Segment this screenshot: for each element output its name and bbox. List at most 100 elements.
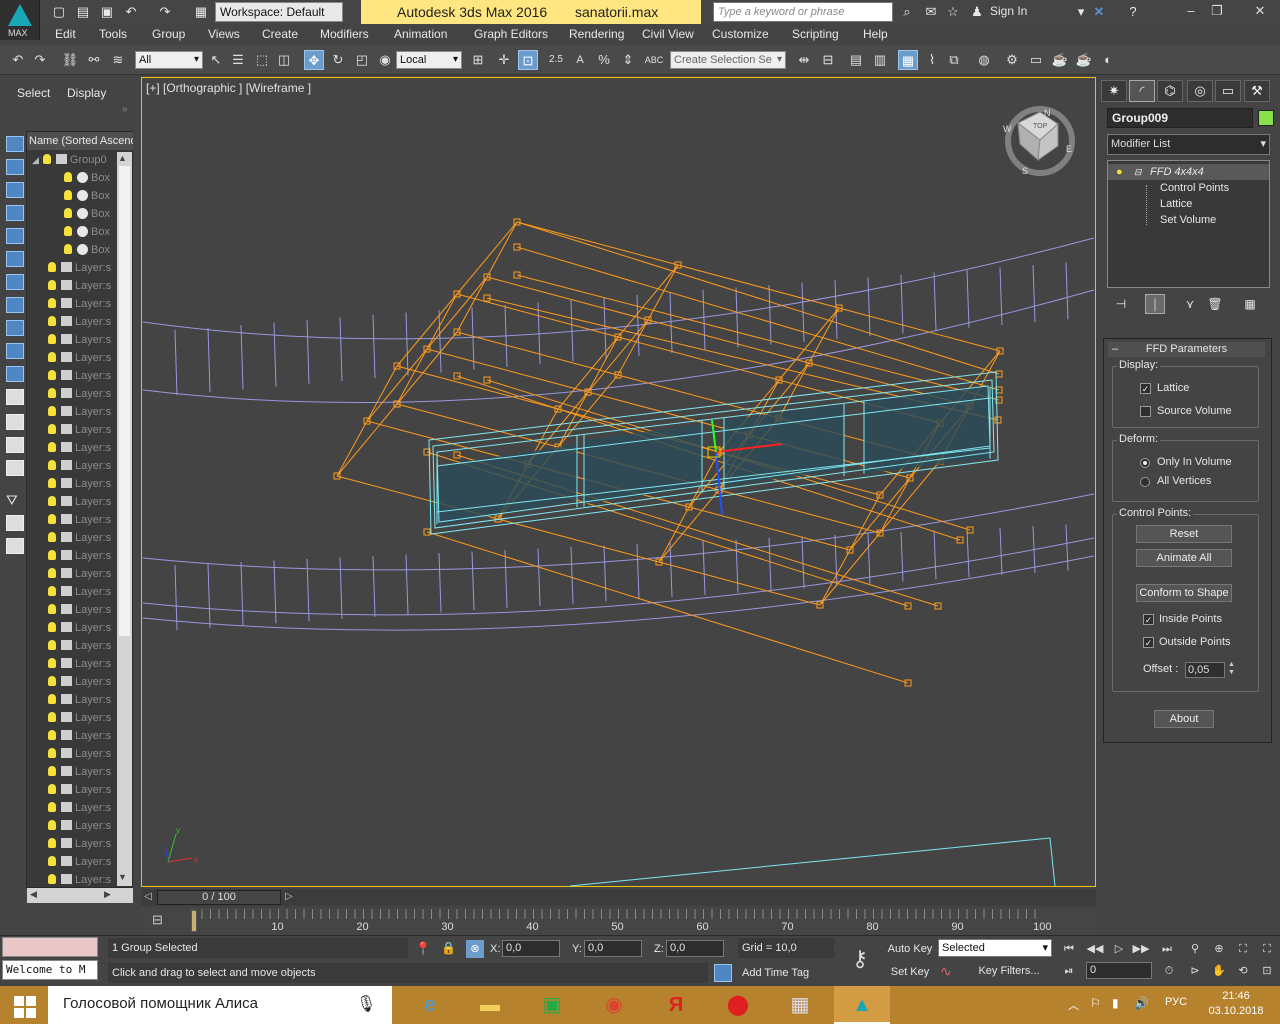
display-groups-icon[interactable]	[6, 274, 24, 290]
display-children-icon[interactable]	[6, 460, 24, 476]
tree-row-box[interactable]: Box	[28, 223, 116, 241]
align-icon[interactable]: ⊟	[818, 50, 838, 70]
tab-display[interactable]: Display	[67, 86, 106, 100]
mirror-icon[interactable]: ⇹	[794, 50, 814, 70]
tree-row-layer[interactable]: Layer:s	[28, 529, 116, 547]
file-explorer-icon[interactable]: ▬	[462, 986, 518, 1024]
stack-subobject-lattice[interactable]: Lattice	[1108, 196, 1269, 212]
lightbulb-icon[interactable]	[48, 298, 56, 308]
zoom-extents-all-icon[interactable]: ⛶	[1258, 941, 1276, 957]
menu-civil-view[interactable]: Civil View	[642, 27, 694, 41]
tray-chevron-icon[interactable]: ︿	[1068, 997, 1079, 1013]
modifier-list-dropdown[interactable]: Modifier List	[1107, 134, 1270, 155]
tab-select[interactable]: Select	[17, 86, 50, 100]
clock[interactable]: 21:46 03.10.2018	[1204, 989, 1268, 1019]
angle-snap-icon[interactable]: A	[570, 50, 590, 70]
stack-subobject-control-points[interactable]: Control Points	[1108, 180, 1269, 196]
lightbulb-icon[interactable]	[48, 586, 56, 596]
tree-row-layer[interactable]: Layer:s	[28, 835, 116, 853]
redo-icon[interactable]: ↷	[30, 50, 50, 70]
action-center-flag-icon[interactable]: ⚐	[1090, 996, 1101, 1010]
go-to-start-icon[interactable]: ⏮	[1060, 941, 1078, 957]
input-language[interactable]: РУС	[1165, 996, 1187, 1008]
collapse-icon[interactable]: ⊟	[1134, 164, 1142, 180]
tree-row-layer[interactable]: Layer:s	[28, 853, 116, 871]
motion-tab-icon[interactable]: ◎	[1187, 80, 1213, 102]
scroll-down-icon[interactable]: ▼	[118, 872, 127, 882]
display-containers-icon[interactable]	[6, 343, 24, 359]
toggle-ribbon-icon[interactable]: ▥	[870, 50, 890, 70]
store-icon[interactable]: ▣	[524, 986, 580, 1024]
play-icon[interactable]: ▷	[1110, 941, 1128, 957]
tree-row-layer[interactable]: Layer:s	[28, 475, 116, 493]
zoom-icon[interactable]: ⚲	[1186, 941, 1204, 957]
key-filters-button[interactable]: Key Filters...	[966, 962, 1052, 980]
lightbulb-icon[interactable]	[48, 550, 56, 560]
layer-explorer-icon[interactable]: ▤	[846, 50, 866, 70]
tree-row-layer[interactable]: Layer:s	[28, 673, 116, 691]
lightbulb-icon[interactable]	[64, 226, 72, 236]
lightbulb-icon[interactable]	[64, 190, 72, 200]
viewport-label-menu[interactable]: [+] [Orthographic ] [Wireframe ]	[146, 81, 311, 95]
tree-row-layer[interactable]: Layer:s	[28, 385, 116, 403]
selection-filter-dropdown[interactable]: All	[135, 51, 203, 69]
menu-customize[interactable]: Customize	[712, 27, 769, 41]
offset-spinner-arrows-icon[interactable]: ▲ ▼	[1228, 661, 1235, 677]
sort-icon[interactable]	[6, 538, 24, 554]
about-button[interactable]: About	[1154, 710, 1214, 728]
activeshade-icon[interactable]: ◐	[1098, 50, 1118, 70]
source-volume-checkbox[interactable]	[1140, 406, 1151, 417]
tree-row-layer[interactable]: Layer:s	[28, 493, 116, 511]
lightbulb-icon[interactable]	[48, 622, 56, 632]
chrome-icon[interactable]: ◉	[586, 986, 642, 1024]
pin-stack-icon[interactable]: ⊣	[1111, 294, 1131, 314]
all-vertices-radio[interactable]	[1140, 477, 1150, 487]
set-keys-key-icon[interactable]: ⚷	[842, 945, 878, 973]
lightbulb-icon[interactable]	[48, 352, 56, 362]
snaps-toggle-icon[interactable]: 2.5	[546, 50, 566, 70]
render-iterative-icon[interactable]: ☕	[1074, 50, 1094, 70]
undo-icon[interactable]: ↶	[8, 50, 28, 70]
restore-icon[interactable]: ❐	[1204, 2, 1230, 20]
lightbulb-icon[interactable]	[48, 370, 56, 380]
lightbulb-icon[interactable]	[48, 712, 56, 722]
render-production-icon[interactable]: ☕	[1050, 50, 1070, 70]
zoom-extents-icon[interactable]: ⛶	[1234, 941, 1252, 957]
tree-row-layer[interactable]: Layer:s	[28, 745, 116, 763]
stack-item-ffd[interactable]: ● ⊟ FFD 4x4x4	[1108, 164, 1269, 180]
rendered-frame-window-icon[interactable]: ▭	[1026, 50, 1046, 70]
tree-row-layer[interactable]: Layer:s	[28, 799, 116, 817]
menu-tools[interactable]: Tools	[99, 27, 127, 41]
select-and-scale-icon[interactable]: ◰	[352, 50, 372, 70]
key-mode-toggle-icon[interactable]: ⏯	[1060, 963, 1078, 979]
prev-frame-arrow-icon[interactable]: ◁	[144, 891, 152, 902]
stack-subobject-set-volume[interactable]: Set Volume	[1108, 212, 1269, 228]
lightbulb-icon[interactable]	[48, 334, 56, 344]
project-folder-icon[interactable]: ▦	[192, 3, 210, 20]
minimize-icon[interactable]: –	[1178, 2, 1204, 20]
field-of-view-icon[interactable]: ⊳	[1186, 963, 1204, 979]
tree-row-box[interactable]: Box	[28, 241, 116, 259]
selection-lock-icon[interactable]: 🔒	[441, 941, 456, 955]
lightbulb-icon[interactable]	[48, 820, 56, 830]
tree-horizontal-scrollbar[interactable]	[27, 888, 133, 903]
bind-space-warp-icon[interactable]: ≋	[108, 50, 128, 70]
tree-row-layer[interactable]: Layer:s	[28, 367, 116, 385]
next-frame-icon[interactable]: ▶▶	[1132, 941, 1150, 957]
tree-row-layer[interactable]: Layer:s	[28, 763, 116, 781]
maximize-viewport-icon[interactable]: ⊡	[1258, 963, 1276, 979]
select-link-icon[interactable]: ⛓	[60, 50, 80, 70]
application-button[interactable]: MAX	[0, 0, 40, 40]
lightbulb-icon[interactable]	[48, 766, 56, 776]
tree-row-box[interactable]: Box	[28, 187, 116, 205]
scroll-up-icon[interactable]: ▲	[118, 153, 127, 163]
pivot-center-icon[interactable]: ⊞	[468, 50, 488, 70]
display-cameras-icon[interactable]	[6, 205, 24, 221]
y-coordinate-input[interactable]: 0,0	[584, 940, 642, 957]
pan-view-icon[interactable]: ✋	[1210, 963, 1228, 979]
volume-icon[interactable]: 🔊	[1134, 996, 1149, 1010]
time-configuration-icon[interactable]: ⏱	[1160, 963, 1178, 979]
select-object-icon[interactable]: ↖	[206, 50, 226, 70]
menu-help[interactable]: Help	[863, 27, 888, 41]
tree-row-layer[interactable]: Layer:s	[28, 439, 116, 457]
